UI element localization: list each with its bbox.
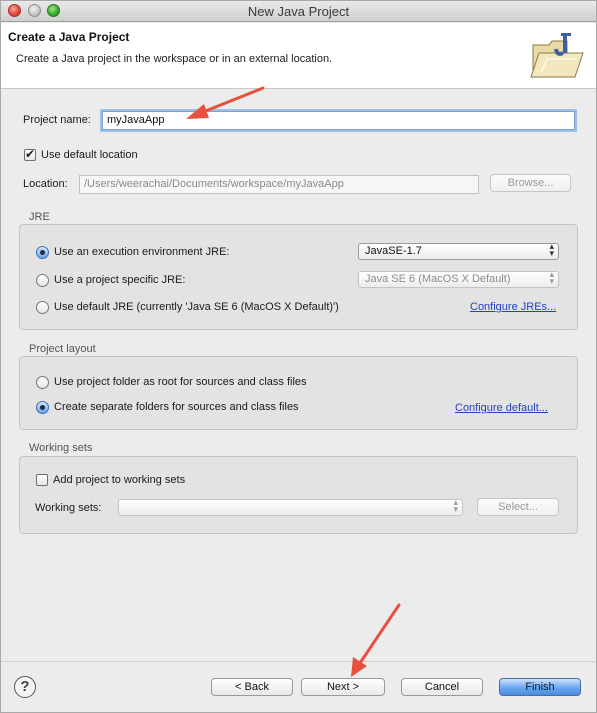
add-to-working-sets-label: Add project to working sets <box>53 474 186 486</box>
chevron-updown-icon: ▴ ▾ <box>549 270 554 287</box>
working-sets-select[interactable]: ▴ ▾ <box>118 499 463 516</box>
jre-project-specific-label: Use a project specific JRE: <box>54 274 186 286</box>
banner-title: Create a Java Project <box>8 30 130 44</box>
project-layout-group-label: Project layout <box>29 343 96 355</box>
chevron-updown-icon: ▴ ▾ <box>549 242 554 259</box>
jre-default-label: Use default JRE (currently 'Java SE 6 (M… <box>54 301 339 313</box>
new-java-project-window: New Java Project Create a Java Project C… <box>0 0 597 713</box>
working-sets-label: Working sets: <box>35 502 102 514</box>
footer-separator <box>1 661 596 662</box>
layout-project-folder-label: Use project folder as root for sources a… <box>54 376 307 388</box>
execution-env-value: JavaSE-1.7 <box>365 245 422 257</box>
project-jre-value: Java SE 6 (MacOS X Default) <box>365 273 511 285</box>
layout-project-folder-radio[interactable] <box>36 376 49 389</box>
select-working-sets-button[interactable]: Select... <box>477 498 559 516</box>
project-name-input[interactable]: myJavaApp <box>102 111 575 130</box>
help-icon[interactable]: ? <box>14 676 36 698</box>
use-default-location-checkbox[interactable] <box>24 147 36 161</box>
jre-project-specific-radio[interactable] <box>36 274 49 287</box>
location-label: Location: <box>23 178 68 190</box>
jre-execution-env-radio[interactable] <box>36 246 49 259</box>
jre-default-radio[interactable] <box>36 301 49 314</box>
next-button[interactable]: Next > <box>301 678 385 696</box>
banner-description: Create a Java project in the workspace o… <box>16 53 333 65</box>
project-layout-group <box>19 356 578 430</box>
configure-jres-link[interactable]: Configure JREs... <box>470 301 556 313</box>
finish-button[interactable]: Finish <box>499 678 581 696</box>
working-sets-group <box>19 456 578 534</box>
jre-group-label: JRE <box>29 211 50 223</box>
working-sets-group-label: Working sets <box>29 442 93 454</box>
layout-separate-folders-label: Create separate folders for sources and … <box>54 401 299 413</box>
add-to-working-sets-checkbox[interactable] <box>36 474 48 486</box>
project-jre-select[interactable]: Java SE 6 (MacOS X Default) ▴ ▾ <box>358 271 559 288</box>
back-button[interactable]: < Back <box>211 678 293 696</box>
execution-env-select[interactable]: JavaSE-1.7 ▴ ▾ <box>358 243 559 260</box>
location-input[interactable]: /Users/weerachai/Documents/workspace/myJ… <box>79 175 479 194</box>
annotation-arrow-next-button <box>351 603 401 677</box>
wizard-banner: Create a Java Project Create a Java proj… <box>1 23 596 89</box>
project-name-label: Project name: <box>23 114 91 126</box>
jre-execution-env-label: Use an execution environment JRE: <box>54 246 230 258</box>
configure-default-link[interactable]: Configure default... <box>455 402 548 414</box>
use-default-location-label: Use default location <box>41 149 138 161</box>
title-bar: New Java Project <box>1 1 596 22</box>
chevron-updown-icon: ▴ ▾ <box>453 498 458 515</box>
cancel-button[interactable]: Cancel <box>401 678 483 696</box>
folder-j-icon <box>530 33 584 78</box>
browse-button[interactable]: Browse... <box>490 174 571 192</box>
window-title: New Java Project <box>247 4 350 19</box>
layout-separate-folders-radio[interactable] <box>36 401 49 414</box>
